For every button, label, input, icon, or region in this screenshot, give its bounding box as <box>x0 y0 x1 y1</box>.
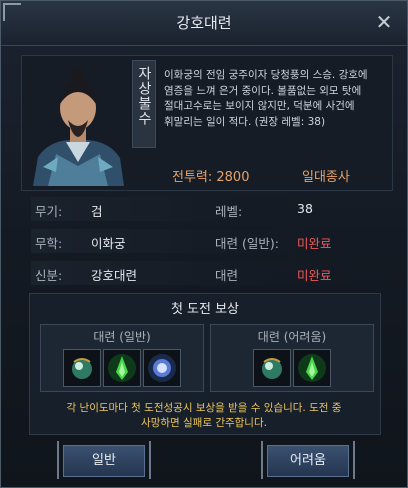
window-title: 강호대련 <box>176 14 232 32</box>
martial-value: 이화궁 <box>91 236 126 251</box>
title-bar: 강호대련 ✕ <box>1 1 407 46</box>
stats-row: 신분: 강호대련 대련 미완료 <box>31 261 379 285</box>
combat-power: 전투력: 2800 <box>172 170 250 185</box>
blue-spirit-icon[interactable] <box>143 349 181 387</box>
notice-line: 각 난이도마다 첫 도전성공시 보상을 받을 수 있습니다. 도전 중 <box>66 402 342 414</box>
level-label: 레벨: <box>215 204 243 219</box>
duel-normal-label: 대련 (일반): <box>215 236 279 251</box>
npc-name-tag: 자상불수 <box>132 60 156 148</box>
green-flame-icon[interactable] <box>103 349 141 387</box>
weapon-value: 검 <box>91 204 103 219</box>
npc-description: 이화궁의 전임 궁주이자 당청풍의 스승. 강호에 염증을 느껴 은거 중이다.… <box>164 69 368 128</box>
martial-label: 무학: <box>35 236 63 251</box>
normal-button[interactable]: 일반 <box>63 445 145 477</box>
weapon-label: 무기: <box>35 204 63 219</box>
stats-row: 무기: 검 레벨: 38 <box>31 197 379 221</box>
reward-notice: 각 난이도마다 첫 도전성공시 보상을 받을 수 있습니다. 도전 중 사망하면… <box>21 401 387 431</box>
notice-line: 사망하면 실패로 간주합니다. <box>141 417 267 429</box>
reward-title: 첫 도전 보상 <box>170 302 240 317</box>
duel-normal-status: 미완료 <box>297 236 332 251</box>
reward-normal-header: 대련 (일반) <box>93 330 151 344</box>
npc-portrait <box>28 62 128 186</box>
npc-grade: 일대종사 <box>302 170 350 185</box>
duel-status: 미완료 <box>297 268 332 283</box>
reward-normal: 대련 (일반) <box>40 324 204 392</box>
identity-label: 신분: <box>35 268 63 283</box>
close-icon[interactable]: ✕ <box>373 11 395 33</box>
green-orb-icon[interactable] <box>253 349 291 387</box>
reward-hard-header: 대련 (어려움) <box>257 330 327 344</box>
level-value: 38 <box>297 201 313 216</box>
npc-name: 자상불수 <box>136 66 152 126</box>
identity-value: 강호대련 <box>91 268 138 283</box>
green-flame-icon[interactable] <box>293 349 331 387</box>
npc-profile: 자상불수 이화궁의 전임 궁주이자 당청풍의 스승. 강호에 염증을 느껴 은거… <box>21 55 393 191</box>
duel-window: 강호대련 ✕ 자상불수 이화궁의 전임 궁주이자 당청풍의 스승. 강호에 염증… <box>0 0 408 488</box>
duel-label: 대련 <box>215 268 239 283</box>
hard-button[interactable]: 어려움 <box>267 445 349 477</box>
green-orb-icon[interactable] <box>63 349 101 387</box>
reward-hard: 대련 (어려움) <box>210 324 374 392</box>
stats-row: 무학: 이화궁 대련 (일반): 미완료 <box>31 229 379 253</box>
